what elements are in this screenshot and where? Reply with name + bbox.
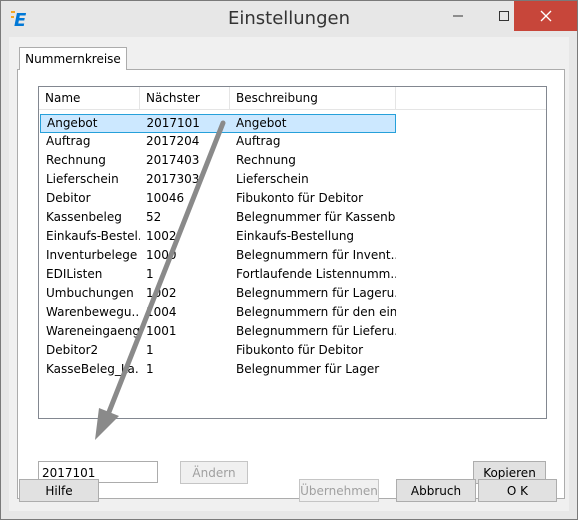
cell-next-value: 1 [146,343,154,357]
help-button[interactable]: Hilfe [19,479,99,502]
cell-name: Debitor [46,191,91,205]
close-icon [540,10,551,22]
cell-description: Belegnummern für Lieferu... [236,324,396,338]
cell-next-value: 2017403 [146,153,200,167]
cell-description: Belegnummern für Invent... [236,248,396,262]
number-ranges-list[interactable]: Name Nächster Wert Beschreibung Angebot 2… [38,86,547,419]
cell-description: Auftrag [236,134,281,148]
cell-next-value: 2017204 [146,134,200,148]
tab-nummernkreise[interactable]: Nummernkreise [19,47,127,70]
list-row[interactable]: KasseBeleg_La... 1 Belegnummer für Lager [40,361,396,380]
list-row[interactable]: Debitor 10046 Fibukonto für Debitor [40,190,396,209]
cell-next-value: 1000 [146,248,177,262]
list-row[interactable]: Debitor2 1 Fibukonto für Debitor [40,342,396,361]
list-row[interactable]: EDIListen 1 Fortlaufende Listennumm... [40,266,396,285]
cell-name: Inventurbelege [46,248,138,262]
change-button[interactable]: Ändern [180,461,248,484]
list-header: Name Nächster Wert Beschreibung [39,87,546,128]
cell-name: Umbuchungen [46,286,134,300]
cell-next-value: 1 [146,362,154,376]
cell-description: Angebot [235,116,287,130]
cell-description: Belegnummern für Lageru... [236,286,396,300]
column-header-filler [396,87,546,110]
cell-description: Lieferschein [236,172,309,186]
cell-description: Fibukonto für Debitor [236,343,364,357]
cell-description: Belegnummer für Lager [236,362,380,376]
cell-name: Wareneingaenge [46,324,140,338]
close-button[interactable] [514,1,577,31]
cell-name: EDIListen [46,267,103,281]
cell-name: KasseBeleg_La... [46,362,140,376]
cell-name: Angebot [47,116,98,130]
apply-button[interactable]: Übernehmen [299,479,379,502]
column-header-name[interactable]: Name [39,87,140,110]
column-header-next-value[interactable]: Nächster Wert [140,87,230,128]
cell-description: Fibukonto für Debitor [236,191,364,205]
list-rows: Angebot 2017101 Angebot Auftrag 2017204 Auft… [40,114,396,380]
cancel-button[interactable]: Abbruch [396,479,476,502]
cell-description: Belegnummer für Kassenb... [236,210,396,224]
cell-next-value: 10046 [146,191,185,205]
dialog-content: Nummernkreise Name Nächster Wert Beschre… [9,37,569,511]
cell-name: Rechnung [46,153,106,167]
cell-next-value: 1001 [146,324,177,338]
cell-description: Rechnung [236,153,296,167]
cell-next-value: 1004 [146,305,177,319]
settings-window: E Einstellungen Nummernkreise Name Nächs… [0,0,578,520]
cell-next-value: 2017303 [146,172,200,186]
cell-next-value: 2017101 [146,116,200,130]
ok-button[interactable]: O K [478,479,557,502]
cell-name: Lieferschein [46,172,119,186]
cell-name: Einkaufs-Bestel... [46,229,140,243]
list-row[interactable]: Auftrag 2017204 Auftrag [40,133,396,152]
cell-description: Einkaufs-Bestellung [236,229,355,243]
list-row[interactable]: Wareneingaenge 1001 Belegnummern für Liefe… [40,323,396,342]
list-row[interactable]: Inventurbelege 1000 Belegnummern für Inven… [40,247,396,266]
list-row[interactable]: Angebot 2017101 Angebot [40,114,396,133]
cell-next-value: 1002 [146,229,177,243]
cell-next-value: 52 [146,210,162,224]
tab-panel: Name Nächster Wert Beschreibung Angebot 2… [17,69,565,499]
list-row[interactable]: Kassenbeleg 52 Belegnummer für Kassenb... [40,209,396,228]
cell-description: Belegnummern für den ein... [236,305,396,319]
cell-description: Fortlaufende Listennumm... [236,267,396,281]
list-row[interactable]: Einkaufs-Bestel... 1002 Einkaufs-Bestellun… [40,228,396,247]
cell-next-value: 1 [146,267,154,281]
maximize-icon [499,11,509,21]
minimize-icon [453,15,463,17]
cell-name: Kassenbeleg [46,210,122,224]
cell-name: Debitor2 [46,343,99,357]
cell-name: Warenbewegu... [46,305,140,319]
column-header-description[interactable]: Beschreibung [230,87,396,110]
list-row[interactable]: Umbuchungen 1002 Belegnummern für Lageru..… [40,285,396,304]
cell-name: Auftrag [46,134,91,148]
list-row[interactable]: Warenbewegu... 1004 Belegnummern für den e… [40,304,396,323]
title-bar[interactable]: E Einstellungen [1,1,577,37]
minimize-button[interactable] [435,1,481,31]
list-row[interactable]: Lieferschein 2017303 Lieferschein [40,171,396,190]
list-row[interactable]: Rechnung 2017403 Rechnung [40,152,396,171]
cell-next-value: 1002 [146,286,177,300]
